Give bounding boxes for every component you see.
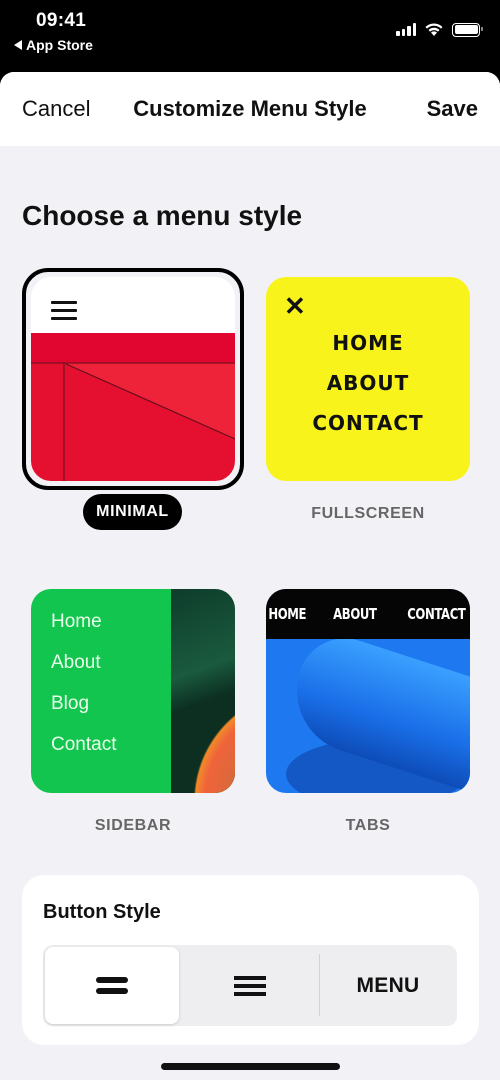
menu-style-label-tabs: TABS xyxy=(345,817,391,834)
menu-style-sidebar[interactable]: Home About Blog Contact xyxy=(31,589,235,793)
back-triangle-icon xyxy=(14,40,22,50)
hamburger-icon xyxy=(51,301,77,325)
back-to-app-link[interactable]: App Store xyxy=(14,37,93,53)
preview-link: ABOUT xyxy=(333,605,377,623)
preview-link: Contact xyxy=(51,734,117,755)
sidebar-links: Home About Blog Contact xyxy=(51,611,116,775)
segment-divider xyxy=(319,954,320,1016)
customize-menu-sheet: Cancel Customize Menu Style Save Choose … xyxy=(0,72,500,1080)
fullscreen-links: HOME ABOUT CONTACT xyxy=(266,327,470,447)
menu-style-label-fullscreen: FULLSCREEN xyxy=(311,505,425,522)
preview-link: CONTACT xyxy=(312,411,424,435)
button-style-heading: Button Style xyxy=(43,901,161,923)
menu-text-label: MENU xyxy=(356,973,420,997)
preview-link: ABOUT xyxy=(326,371,410,395)
red-wall-image xyxy=(31,333,235,481)
close-icon: ✕ xyxy=(284,291,306,321)
cancel-button[interactable]: Cancel xyxy=(22,96,90,122)
button-style-two-line[interactable] xyxy=(45,947,179,1024)
save-button[interactable]: Save xyxy=(427,96,478,122)
status-time: 09:41 xyxy=(36,10,87,31)
preview-link: Home xyxy=(51,611,102,632)
status-icons xyxy=(396,22,483,37)
cellular-signal-icon xyxy=(396,23,416,36)
preview-link: About xyxy=(51,652,101,673)
button-style-card: Button Style MENU xyxy=(22,875,479,1045)
menu-style-minimal[interactable] xyxy=(31,277,235,481)
battery-icon xyxy=(452,22,483,37)
preview-link: Blog xyxy=(51,693,90,714)
papaya-image xyxy=(171,589,235,793)
button-style-segmented-control: MENU xyxy=(43,945,457,1026)
menu-style-fullscreen[interactable]: ✕ HOME ABOUT CONTACT xyxy=(266,277,470,481)
button-style-text[interactable]: MENU xyxy=(321,947,455,1024)
menu-style-label-minimal: MINIMAL xyxy=(83,494,182,530)
menu-style-tabs[interactable]: HOME ABOUT CONTACT xyxy=(266,589,470,793)
back-app-label: App Store xyxy=(26,37,93,53)
section-title: Choose a menu style xyxy=(22,200,303,231)
button-style-three-line[interactable] xyxy=(183,947,317,1024)
preview-link: HOME xyxy=(332,331,404,355)
two-line-menu-icon xyxy=(96,972,128,999)
nav-bar: Cancel Customize Menu Style Save xyxy=(0,72,500,146)
menu-style-label-sidebar: SIDEBAR xyxy=(94,817,172,834)
wifi-icon xyxy=(425,23,443,36)
preview-link: HOME xyxy=(267,605,306,623)
status-bar: 09:41 App Store xyxy=(0,0,500,72)
home-indicator[interactable] xyxy=(161,1063,340,1070)
tabs-bar: HOME ABOUT CONTACT xyxy=(266,589,470,639)
hamburger-icon xyxy=(234,972,266,1000)
preview-link: CONTACT xyxy=(406,605,466,623)
